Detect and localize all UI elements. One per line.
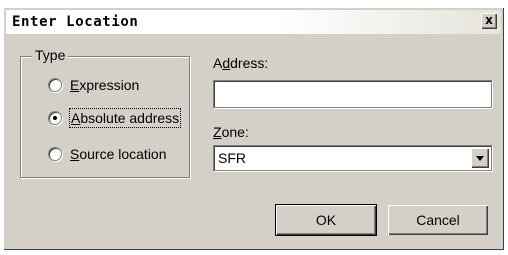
title-bar[interactable]: Enter Location x <box>6 10 501 34</box>
zone-selected-value: SFR <box>218 150 246 166</box>
type-group-label: Type <box>32 47 69 63</box>
zone-label: Zone: <box>213 124 249 140</box>
radio-absolute-address[interactable]: Absolute address <box>48 108 182 128</box>
radio-button[interactable] <box>48 78 62 92</box>
address-label: Address: <box>213 55 269 71</box>
radio-label-absolute-address: Absolute address <box>68 108 182 128</box>
radio-button[interactable] <box>48 147 62 161</box>
address-input[interactable] <box>213 80 492 108</box>
radio-label-expression: Expression <box>70 77 140 93</box>
radio-label-source-location: Source location <box>70 146 167 162</box>
zone-select[interactable]: SFR <box>213 145 492 171</box>
radio-button-checked[interactable] <box>48 111 62 125</box>
cancel-button[interactable]: Cancel <box>388 205 488 235</box>
radio-expression[interactable]: Expression <box>48 76 139 94</box>
window-title: Enter Location <box>12 14 139 30</box>
close-button[interactable]: x <box>481 13 497 29</box>
radio-source-location[interactable]: Source location <box>48 145 167 163</box>
close-icon: x <box>485 13 493 27</box>
chevron-down-icon[interactable] <box>471 148 489 168</box>
ok-button[interactable]: OK <box>275 204 377 236</box>
